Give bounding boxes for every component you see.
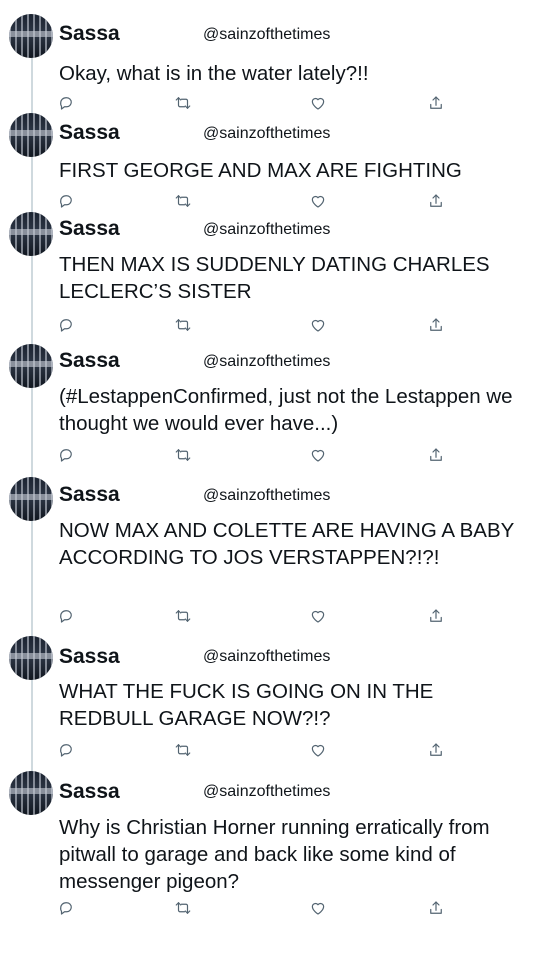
author-name[interactable]: Sassa xyxy=(59,483,120,507)
author-handle[interactable]: @sainzofthetimes xyxy=(203,352,330,372)
share-icon[interactable] xyxy=(427,446,445,464)
share-icon[interactable] xyxy=(427,899,445,917)
like-icon[interactable] xyxy=(309,607,327,625)
reply-icon[interactable] xyxy=(57,607,75,625)
tweet-actions xyxy=(0,741,540,761)
avatar[interactable] xyxy=(9,636,53,680)
avatar[interactable] xyxy=(9,477,53,521)
retweet-icon[interactable] xyxy=(174,446,192,464)
tweet-actions xyxy=(0,899,540,919)
author-name[interactable]: Sassa xyxy=(59,217,120,241)
tweet-actions xyxy=(0,192,540,212)
author-name[interactable]: Sassa xyxy=(59,645,120,669)
retweet-icon[interactable] xyxy=(174,94,192,112)
tweet-text: Okay, what is in the water lately?!! xyxy=(59,62,369,85)
avatar[interactable] xyxy=(9,14,53,58)
like-icon[interactable] xyxy=(309,899,327,917)
share-icon[interactable] xyxy=(427,94,445,112)
author-handle[interactable]: @sainzofthetimes xyxy=(203,782,330,802)
tweet-text: (#LestappenConfirmed, just not the Lesta… xyxy=(59,385,513,435)
share-icon[interactable] xyxy=(427,741,445,759)
tweet-text: THEN MAX IS SUDDENLY DATING CHARLES LECL… xyxy=(59,253,490,303)
author-name[interactable]: Sassa xyxy=(59,121,120,145)
share-icon[interactable] xyxy=(427,316,445,334)
avatar[interactable] xyxy=(9,344,53,388)
author-name[interactable]: Sassa xyxy=(59,22,120,46)
author-handle[interactable]: @sainzofthetimes xyxy=(203,220,330,240)
like-icon[interactable] xyxy=(309,316,327,334)
tweet-actions xyxy=(0,94,540,114)
retweet-icon[interactable] xyxy=(174,607,192,625)
retweet-icon[interactable] xyxy=(174,741,192,759)
tweet-text: Why is Christian Horner running erratica… xyxy=(59,816,490,893)
like-icon[interactable] xyxy=(309,192,327,210)
avatar[interactable] xyxy=(9,771,53,815)
avatar[interactable] xyxy=(9,212,53,256)
author-name[interactable]: Sassa xyxy=(59,349,120,373)
reply-icon[interactable] xyxy=(57,446,75,464)
reply-icon[interactable] xyxy=(57,192,75,210)
retweet-icon[interactable] xyxy=(174,316,192,334)
author-handle[interactable]: @sainzofthetimes xyxy=(203,124,330,144)
tweet-actions xyxy=(0,607,540,627)
reply-icon[interactable] xyxy=(57,94,75,112)
reply-icon[interactable] xyxy=(57,741,75,759)
retweet-icon[interactable] xyxy=(174,192,192,210)
tweet-text: FIRST GEORGE AND MAX ARE FIGHTING xyxy=(59,159,462,182)
reply-icon[interactable] xyxy=(57,316,75,334)
author-handle[interactable]: @sainzofthetimes xyxy=(203,647,330,667)
author-handle[interactable]: @sainzofthetimes xyxy=(203,25,330,45)
share-icon[interactable] xyxy=(427,192,445,210)
avatar[interactable] xyxy=(9,113,53,157)
tweet-text: NOW MAX AND COLETTE ARE HAVING A BABY AC… xyxy=(59,519,514,569)
tweet-actions xyxy=(0,316,540,336)
like-icon[interactable] xyxy=(309,446,327,464)
author-name[interactable]: Sassa xyxy=(59,780,120,804)
retweet-icon[interactable] xyxy=(174,899,192,917)
reply-icon[interactable] xyxy=(57,899,75,917)
tweet-actions xyxy=(0,446,540,466)
author-handle[interactable]: @sainzofthetimes xyxy=(203,486,330,506)
like-icon[interactable] xyxy=(309,741,327,759)
share-icon[interactable] xyxy=(427,607,445,625)
like-icon[interactable] xyxy=(309,94,327,112)
tweet-text: WHAT THE FUCK IS GOING ON IN THE REDBULL… xyxy=(59,680,434,730)
